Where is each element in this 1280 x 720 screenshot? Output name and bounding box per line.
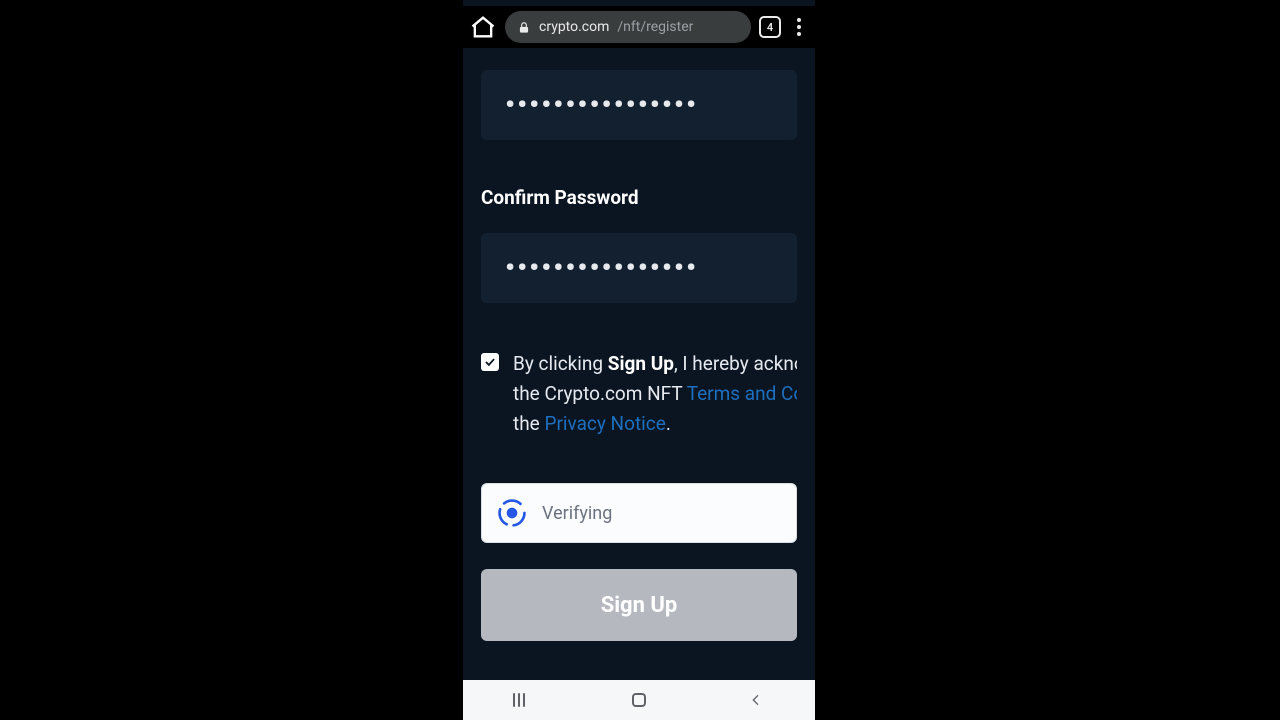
terms-link[interactable]: Terms and Conditions xyxy=(687,382,797,405)
browser-chrome-bar: crypto.com/nft/register 4 xyxy=(463,6,815,48)
tabs-count: 4 xyxy=(767,21,773,34)
address-bar-host: crypto.com xyxy=(539,19,609,35)
consent-strong: Sign Up xyxy=(608,352,674,375)
tabs-button[interactable]: 4 xyxy=(759,16,781,38)
consent-line3-pre: the xyxy=(513,412,544,435)
password-field[interactable]: •••••••••••••••• xyxy=(481,70,797,140)
overflow-menu-icon[interactable] xyxy=(789,13,809,41)
captcha-spinner-icon xyxy=(496,497,528,529)
home-icon[interactable] xyxy=(469,13,497,41)
confirm-password-label: Confirm Password xyxy=(481,186,797,209)
android-nav-bar xyxy=(463,680,815,720)
address-bar[interactable]: crypto.com/nft/register xyxy=(505,11,751,43)
privacy-link[interactable]: Privacy Notice xyxy=(544,412,665,435)
nav-back[interactable] xyxy=(726,692,786,708)
captcha-status: Verifying xyxy=(542,503,612,524)
lock-icon xyxy=(517,20,531,34)
consent-text: By clicking Sign Up, I hereby acknowledg… xyxy=(513,349,797,439)
register-page: •••••••••••••••• Confirm Password ••••••… xyxy=(463,48,815,680)
confirm-password-value: •••••••••••••••• xyxy=(505,254,698,282)
nav-recent-apps[interactable] xyxy=(492,693,552,707)
nav-home[interactable] xyxy=(609,693,669,707)
phone-viewport: crypto.com/nft/register 4 ••••••••••••••… xyxy=(463,0,815,720)
consent-period: . xyxy=(666,412,671,435)
address-bar-path: /nft/register xyxy=(617,19,693,35)
consent-checkbox[interactable] xyxy=(481,353,499,371)
consent-line2-pre: the Crypto.com NFT xyxy=(513,382,687,405)
stage: crypto.com/nft/register 4 ••••••••••••••… xyxy=(0,0,1280,720)
captcha-widget[interactable]: Verifying xyxy=(481,483,797,543)
consent-line1-tail: , I hereby acknowledge xyxy=(674,352,797,375)
signup-button-label: Sign Up xyxy=(601,593,678,618)
confirm-password-field[interactable]: •••••••••••••••• xyxy=(481,233,797,303)
consent-pre: By clicking xyxy=(513,352,608,375)
signup-button[interactable]: Sign Up xyxy=(481,569,797,641)
password-value: •••••••••••••••• xyxy=(505,91,698,119)
